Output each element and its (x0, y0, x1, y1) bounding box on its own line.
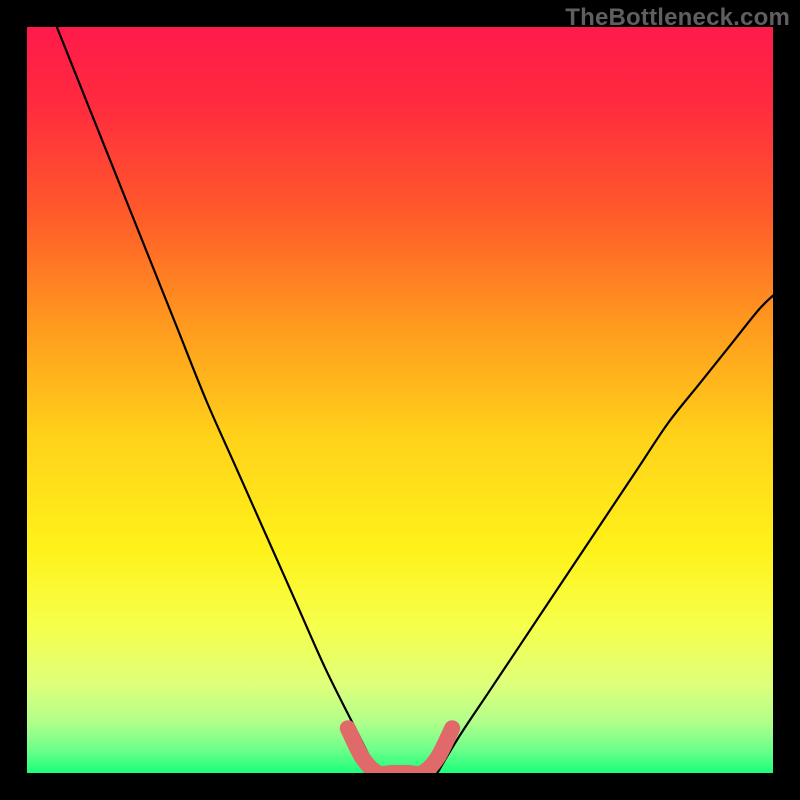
chart-frame: TheBottleneck.com (0, 0, 800, 800)
watermark-text: TheBottleneck.com (565, 4, 790, 32)
gradient-background (27, 27, 773, 773)
chart-svg (27, 27, 773, 773)
chart-plot-area (27, 27, 773, 773)
